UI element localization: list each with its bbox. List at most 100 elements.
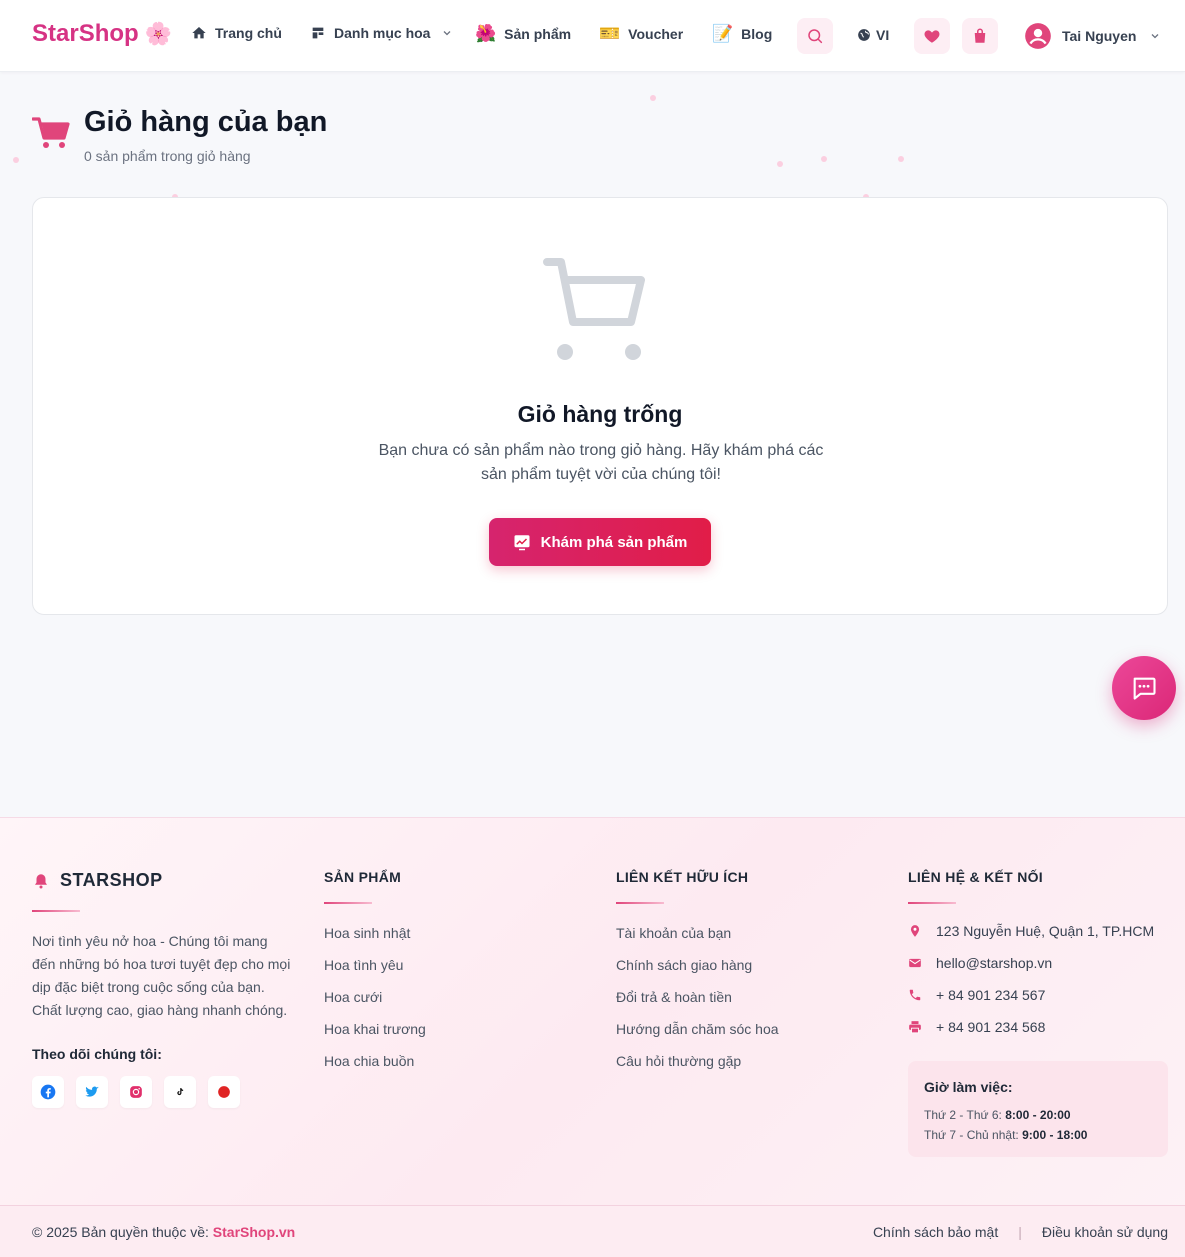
user-avatar-icon <box>1025 23 1051 49</box>
footer-link[interactable]: Hoa sinh nhật <box>324 925 410 941</box>
explore-button-label: Khám phá sản phẩm <box>540 533 688 551</box>
empty-cart-icon <box>543 258 645 360</box>
decor-dot <box>898 156 904 162</box>
footer-link[interactable]: Câu hỏi thường gặp <box>616 1053 741 1069</box>
contact-fax: + 84 901 234 568 <box>908 1019 1045 1035</box>
weekday-time: 8:00 - 20:00 <box>1005 1108 1071 1122</box>
hibiscus-icon: 🌺 <box>475 24 497 43</box>
heart-icon <box>924 30 940 43</box>
bell-icon <box>35 873 47 888</box>
empty-cart-card: Giỏ hàng trống Bạn chưa có sản phẩm nào … <box>32 197 1168 615</box>
instagram-link[interactable] <box>120 1076 152 1108</box>
search-button[interactable] <box>797 18 833 54</box>
chat-button[interactable] <box>1112 656 1176 720</box>
footer-link[interactable]: Tài khoản của bạn <box>616 925 731 941</box>
facebook-icon <box>40 1084 56 1100</box>
decor-dot <box>777 161 783 167</box>
copyright: © 2025 Bản quyền thuộc về: StarShop.vn <box>32 1224 295 1240</box>
map-pin-icon <box>910 925 920 937</box>
footer-brand-name: STARSHOP <box>60 870 163 890</box>
language-switcher[interactable]: VI <box>857 27 889 43</box>
footer-bottom-bar: © 2025 Bản quyền thuộc về: StarShop.vn C… <box>0 1205 1185 1257</box>
cherry-blossom-icon: 🌸 <box>144 21 173 46</box>
contact-fax-text: + 84 901 234 568 <box>936 1019 1046 1035</box>
chevron-down-icon <box>444 31 451 36</box>
working-hours-box: Giờ làm việc: Thứ 2 - Thứ 6: 8:00 - 20:0… <box>908 1061 1168 1157</box>
ticket-icon: 🎫 <box>599 24 621 43</box>
nav-label: Voucher <box>628 25 684 42</box>
privacy-policy-link[interactable]: Chính sách bảo mật <box>873 1224 998 1240</box>
footer-divider <box>616 902 664 904</box>
page-title: Giỏ hàng của bạn <box>84 106 328 138</box>
twitter-icon <box>85 1086 99 1097</box>
footer-link[interactable]: Chính sách giao hàng <box>616 957 752 973</box>
top-navbar: StarShop 🌸 Trang chủ Danh mục hoa 🌺 Sản … <box>0 0 1185 72</box>
footer-link[interactable]: Đổi trả & hoàn tiền <box>616 989 732 1005</box>
footer-divider <box>32 910 80 912</box>
link-separator: | <box>1018 1224 1022 1240</box>
youtube-icon <box>218 1086 230 1098</box>
search-icon <box>808 29 823 44</box>
cart-button[interactable] <box>962 18 998 54</box>
contact-email-text: hello@starshop.vn <box>936 955 1053 971</box>
decor-dot <box>13 157 19 163</box>
contact-email[interactable]: hello@starshop.vn <box>908 955 1052 971</box>
contact-phone[interactable]: + 84 901 234 567 <box>908 987 1045 1003</box>
phone-icon <box>909 989 921 1001</box>
language-label: VI <box>876 27 890 43</box>
site-logo[interactable]: StarShop 🌸 <box>32 20 172 48</box>
mail-icon <box>909 958 921 968</box>
nav-item-blog[interactable]: 📝 Blog <box>712 25 772 42</box>
legal-links: Chính sách bảo mật | Điều khoản sử dụng <box>873 1224 1168 1240</box>
chevron-down-icon <box>1151 34 1159 39</box>
tiktok-link[interactable] <box>164 1076 196 1108</box>
weekend-time: 9:00 - 18:00 <box>1022 1128 1088 1142</box>
explore-products-button[interactable]: Khám phá sản phẩm <box>489 518 711 566</box>
home-icon <box>192 27 206 39</box>
twitter-link[interactable] <box>76 1076 108 1108</box>
nav-label: Blog <box>741 25 773 42</box>
contact-phone-text: + 84 901 234 567 <box>936 987 1046 1003</box>
chat-bubble-icon <box>1133 677 1156 700</box>
footer-description: Nơi tình yêu nở hoa - Chúng tôi mang đến… <box>32 933 291 1018</box>
footer-products-heading: SẢN PHẨM <box>324 869 402 885</box>
wishlist-button[interactable] <box>914 18 950 54</box>
footer-link[interactable]: Hướng dẫn chăm sóc hoa <box>616 1021 779 1037</box>
empty-cart-description: Bạn chưa có sản phẩm nào trong giỏ hàng.… <box>378 442 824 483</box>
follow-label: Theo dõi chúng tôi: <box>32 1046 162 1062</box>
contact-address: 123 Nguyễn Huệ, Quận 1, TP.HCM <box>908 923 1154 939</box>
copyright-brand-link[interactable]: StarShop.vn <box>213 1224 295 1240</box>
facebook-link[interactable] <box>32 1076 64 1108</box>
decor-dot <box>821 156 827 162</box>
nav-item-categories[interactable]: Danh mục hoa <box>310 25 452 41</box>
memo-icon: 📝 <box>712 24 734 43</box>
youtube-link[interactable] <box>208 1076 240 1108</box>
footer-useful-heading: LIÊN KẾT HỮU ÍCH <box>616 869 749 885</box>
footer-link[interactable]: Hoa tình yêu <box>324 957 403 973</box>
footer-link[interactable]: Hoa chia buồn <box>324 1053 414 1069</box>
cart-count: 0 sản phẩm trong giỏ hàng <box>84 148 251 164</box>
footer-divider <box>908 902 956 904</box>
user-name: Tai Nguyen <box>1062 28 1137 44</box>
nav-item-voucher[interactable]: 🎫 Voucher <box>599 25 683 42</box>
printer-icon <box>909 1021 921 1034</box>
footer-divider <box>324 902 372 904</box>
footer-link[interactable]: Hoa cưới <box>324 989 382 1005</box>
shopping-bag-icon <box>974 28 986 43</box>
empty-cart-title: Giỏ hàng trống <box>517 401 683 427</box>
nav-item-home[interactable]: Trang chủ <box>191 25 282 41</box>
user-menu[interactable]: Tai Nguyen <box>1024 22 1160 50</box>
terms-link[interactable]: Điều khoản sử dụng <box>1042 1224 1168 1240</box>
trending-chart-icon <box>514 535 530 551</box>
footer-brand[interactable]: STARSHOP <box>32 870 163 891</box>
footer-link[interactable]: Hoa khai trương <box>324 1021 426 1037</box>
weekday-label: Thứ 2 - Thứ 6: <box>924 1108 1006 1122</box>
logo-text: StarShop <box>32 20 139 47</box>
nav-item-products[interactable]: 🌺 Sản phẩm <box>475 25 571 42</box>
decor-dot <box>650 95 656 101</box>
nav-label: Danh mục hoa <box>334 25 431 41</box>
category-icon <box>312 27 324 39</box>
copyright-text: © 2025 Bản quyền thuộc về: <box>32 1224 213 1240</box>
nav-label: Sản phẩm <box>504 25 572 42</box>
weekday-hours: Thứ 2 - Thứ 6: 8:00 - 20:00 <box>924 1105 1152 1125</box>
